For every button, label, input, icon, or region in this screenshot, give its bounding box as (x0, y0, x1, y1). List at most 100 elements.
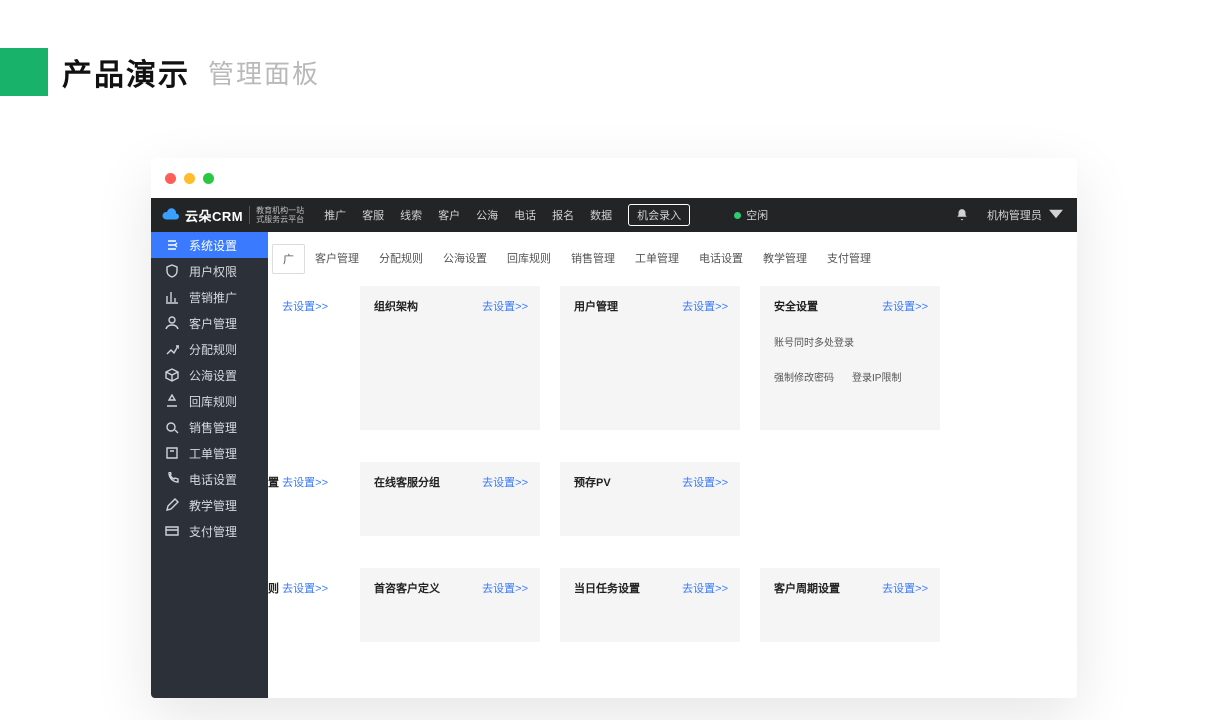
banner-accent (0, 48, 48, 96)
sidebar-item-label: 客户管理 (189, 315, 237, 332)
app-header: 云朵CRM 教育机构一站式服务云平台 推广客服线索客户公海电话报名数据机会录入 空… (151, 198, 1077, 232)
record-entry-button[interactable]: 机会录入 (628, 204, 690, 226)
sidebar-item-11[interactable]: 支付管理 (151, 518, 268, 544)
tab-5[interactable]: 销售管理 (561, 244, 625, 274)
settings-grid: 去设置>>组织架构去设置>>用户管理去设置>>安全设置去设置>>账号同时多处登录… (268, 274, 1077, 674)
cloud-logo-icon (161, 206, 179, 224)
card-settings-link[interactable]: 去设置>> (682, 298, 728, 314)
settings-icon (165, 238, 179, 252)
chart-icon (165, 290, 179, 304)
sidebar-item-label: 电话设置 (189, 471, 237, 488)
settings-card-0-3: 安全设置去设置>>账号同时多处登录强制修改密码登录IP限制 (760, 286, 940, 430)
settings-card-2-3: 客户周期设置去设置>> (760, 568, 940, 642)
settings-card-1-0: 置去设置>> (268, 462, 340, 536)
tab-6[interactable]: 工单管理 (625, 244, 689, 274)
sidebar-item-2[interactable]: 营销推广 (151, 284, 268, 310)
logo-text: 云朵CRM (185, 206, 243, 225)
nav-item-0[interactable]: 推广 (324, 207, 346, 223)
card-settings-link[interactable]: 去设置>> (482, 474, 528, 490)
rule-icon (165, 342, 179, 356)
sidebar-item-10[interactable]: 教学管理 (151, 492, 268, 518)
nav-item-5[interactable]: 电话 (514, 207, 536, 223)
card-settings-link[interactable]: 去设置>> (682, 580, 728, 596)
card-icon (165, 524, 179, 538)
card-sub: 强制修改密码 (774, 369, 834, 384)
card-settings-link[interactable]: 去设置>> (882, 298, 928, 314)
card-settings-link[interactable]: 去设置>> (682, 474, 728, 490)
box-icon (165, 368, 179, 382)
main-content: 广客户管理分配规则公海设置回库规则销售管理工单管理电话设置教学管理支付管理 去设… (268, 232, 1077, 698)
header-right: 机构管理员 (955, 207, 1077, 223)
nav-item-7[interactable]: 数据 (590, 207, 612, 223)
sidebar-item-7[interactable]: 销售管理 (151, 414, 268, 440)
card-sub: 账号同时多处登录 (774, 334, 854, 349)
sidebar-item-label: 回库规则 (189, 393, 237, 410)
app-window: 云朵CRM 教育机构一站式服务云平台 推广客服线索客户公海电话报名数据机会录入 空… (151, 158, 1077, 698)
sidebar-item-0[interactable]: 系统设置 (151, 232, 268, 258)
sales-icon (165, 420, 179, 434)
card-sub: 登录IP限制 (852, 369, 901, 384)
close-dot-icon[interactable] (165, 173, 176, 184)
sidebar-item-label: 工单管理 (189, 445, 237, 462)
card-settings-link[interactable]: 去设置>> (282, 580, 328, 596)
settings-card-2-0: 则去设置>> (268, 568, 340, 642)
shield-icon (165, 264, 179, 278)
card-settings-link[interactable]: 去设置>> (282, 474, 328, 490)
sidebar-item-label: 销售管理 (189, 419, 237, 436)
sidebar-item-3[interactable]: 客户管理 (151, 310, 268, 336)
settings-card-2-2: 当日任务设置去设置>> (560, 568, 740, 642)
banner-title: 产品演示 (62, 50, 190, 94)
recycle-icon (165, 394, 179, 408)
sidebar-item-4[interactable]: 分配规则 (151, 336, 268, 362)
window-controls (151, 158, 1077, 198)
tab-4[interactable]: 回库规则 (497, 244, 561, 274)
chevron-down-icon (1049, 207, 1063, 221)
sidebar-item-6[interactable]: 回库规则 (151, 388, 268, 414)
tab-1[interactable]: 客户管理 (305, 244, 369, 274)
nav-item-1[interactable]: 客服 (362, 207, 384, 223)
settings-card-0-2: 用户管理去设置>> (560, 286, 740, 430)
tab-3[interactable]: 公海设置 (433, 244, 497, 274)
page-banner: 产品演示 管理面板 (0, 48, 320, 96)
sidebar-item-label: 公海设置 (189, 367, 237, 384)
sidebar-item-label: 支付管理 (189, 523, 237, 540)
sidebar: 系统设置用户权限营销推广客户管理分配规则公海设置回库规则销售管理工单管理电话设置… (151, 232, 268, 698)
sidebar-item-5[interactable]: 公海设置 (151, 362, 268, 388)
bell-icon[interactable] (955, 208, 969, 222)
sidebar-item-label: 系统设置 (189, 237, 237, 254)
header-nav: 推广客服线索客户公海电话报名数据机会录入 空闲 (324, 204, 955, 226)
sidebar-item-8[interactable]: 工单管理 (151, 440, 268, 466)
nav-item-6[interactable]: 报名 (552, 207, 574, 223)
card-settings-link[interactable]: 去设置>> (482, 298, 528, 314)
settings-card-0-1: 组织架构去设置>> (360, 286, 540, 430)
sidebar-item-label: 营销推广 (189, 289, 237, 306)
settings-card-2-1: 首咨客户定义去设置>> (360, 568, 540, 642)
settings-card-1-1: 在线客服分组去设置>> (360, 462, 540, 536)
nav-item-3[interactable]: 客户 (438, 207, 460, 223)
settings-card-1-2: 预存PV去设置>> (560, 462, 740, 536)
sidebar-item-label: 教学管理 (189, 497, 237, 514)
sidebar-item-1[interactable]: 用户权限 (151, 258, 268, 284)
tab-2[interactable]: 分配规则 (369, 244, 433, 274)
sidebar-item-label: 分配规则 (189, 341, 237, 358)
status-indicator[interactable]: 空闲 (734, 207, 768, 223)
tab-0[interactable]: 广 (272, 244, 305, 274)
pen-icon (165, 498, 179, 512)
tab-7[interactable]: 电话设置 (689, 244, 753, 274)
card-settings-link[interactable]: 去设置>> (482, 580, 528, 596)
tab-8[interactable]: 教学管理 (753, 244, 817, 274)
sidebar-item-9[interactable]: 电话设置 (151, 466, 268, 492)
nav-item-4[interactable]: 公海 (476, 207, 498, 223)
nav-item-2[interactable]: 线索 (400, 207, 422, 223)
sidebar-item-label: 用户权限 (189, 263, 237, 280)
category-tabs: 广客户管理分配规则公海设置回库规则销售管理工单管理电话设置教学管理支付管理 (268, 232, 1077, 274)
header-user[interactable]: 机构管理员 (987, 207, 1063, 223)
ticket-icon (165, 446, 179, 460)
tab-9[interactable]: 支付管理 (817, 244, 881, 274)
banner-subtitle: 管理面板 (208, 54, 320, 91)
max-dot-icon[interactable] (203, 173, 214, 184)
min-dot-icon[interactable] (184, 173, 195, 184)
card-settings-link[interactable]: 去设置>> (882, 580, 928, 596)
card-settings-link[interactable]: 去设置>> (282, 298, 328, 314)
app-logo[interactable]: 云朵CRM 教育机构一站式服务云平台 (151, 206, 314, 225)
